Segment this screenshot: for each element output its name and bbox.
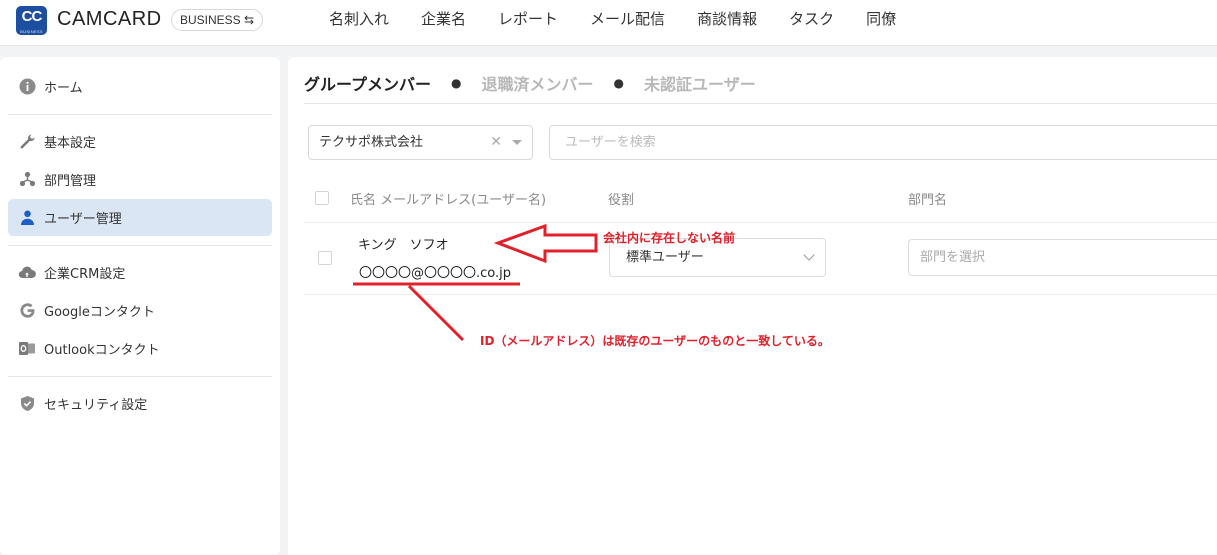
nav-colleagues[interactable]: 同僚 (850, 0, 912, 40)
annotation-email-note: ID（メールアドレス）は既存のユーザーのものと一致している。 (480, 334, 830, 348)
main-panel: グループメンバー ● 退職済メンバー ● 未認証ユーザー テクサポ株式会社 ✕ … (288, 57, 1217, 555)
divider (8, 376, 272, 377)
tab-separator: ● (613, 76, 625, 90)
nav-cards[interactable]: 名刺入れ (313, 0, 405, 40)
user-email: 〇〇〇〇@〇〇〇〇.co.jp (359, 266, 512, 281)
logo-text: CC (21, 8, 43, 25)
edition-switch[interactable]: BUSINESS ⇆ (171, 9, 264, 31)
row-divider (304, 294, 1217, 295)
sidebar-item-basic-settings[interactable]: 基本設定 (8, 123, 272, 160)
google-icon (18, 302, 36, 320)
sidebar-item-label: セキュリティ設定 (44, 398, 148, 413)
sidebar-item-label: 基本設定 (44, 136, 97, 151)
logo-subtext: BUSINESS (20, 29, 43, 34)
divider (8, 245, 272, 246)
sidebar-item-label: 部門管理 (44, 174, 97, 189)
column-header-role: 役割 (608, 193, 635, 208)
company-select-value: テクサポ株式会社 (319, 135, 424, 150)
sidebar-item-departments[interactable]: 部門管理 (8, 161, 272, 198)
tab-group-members[interactable]: グループメンバー (304, 71, 431, 95)
nav-mail[interactable]: メール配信 (574, 0, 681, 40)
tab-unverified-users[interactable]: 未認証ユーザー (644, 71, 756, 95)
caret-down-icon (512, 140, 522, 145)
clear-icon[interactable]: ✕ (490, 126, 502, 159)
top-bar: CC BUSINESS CAMCARD BUSINESS ⇆ 名刺入れ 企業名 … (0, 0, 1217, 46)
user-icon (18, 209, 36, 227)
select-all-checkbox[interactable] (315, 191, 329, 205)
user-name: キング ソフオ (358, 238, 449, 253)
tabs-divider (304, 103, 1217, 104)
sidebar-item-google[interactable]: Googleコンタクト (8, 292, 272, 329)
tab-retired-members[interactable]: 退職済メンバー (482, 71, 594, 95)
tab-separator: ● (451, 76, 462, 90)
sidebar-item-label: Outlookコンタクト (44, 343, 160, 358)
wrench-icon (18, 133, 36, 151)
annotation-name-note: 会社内に存在しない名前 (603, 231, 736, 245)
org-chart-icon (18, 171, 36, 189)
member-tabs: グループメンバー ● 退職済メンバー ● 未認証ユーザー (304, 69, 756, 97)
nav-companies[interactable]: 企業名 (405, 0, 482, 40)
sidebar-item-security[interactable]: セキュリティ設定 (8, 385, 272, 422)
sidebar-item-label: ユーザー管理 (44, 212, 122, 227)
main-nav: 名刺入れ 企業名 レポート メール配信 商談情報 タスク 同僚 (313, 0, 912, 40)
row-checkbox[interactable] (318, 251, 332, 265)
nav-deals[interactable]: 商談情報 (681, 0, 773, 40)
divider (8, 114, 272, 115)
header-divider (304, 222, 1217, 223)
sidebar-item-users[interactable]: ユーザー管理 (8, 199, 272, 236)
nav-reports[interactable]: レポート (482, 0, 574, 40)
sidebar-item-home[interactable]: ホーム (8, 68, 272, 105)
brand-name: CAMCARD (57, 8, 162, 30)
sidebar-item-outlook[interactable]: Outlookコンタクト (8, 330, 272, 367)
sidebar-item-label: 企業CRM設定 (44, 267, 126, 282)
shield-icon (18, 395, 36, 413)
column-header-name-email: 氏名 メールアドレス(ユーザー名) (350, 193, 547, 208)
column-header-department: 部門名 (908, 193, 948, 208)
department-select[interactable]: 部門を選択 (908, 239, 1217, 276)
outlook-icon (18, 340, 36, 358)
info-icon (18, 78, 36, 96)
sidebar-item-label: ホーム (44, 81, 83, 96)
nav-tasks[interactable]: タスク (773, 0, 850, 40)
role-select-value: 標準ユーザー (626, 250, 704, 265)
company-select[interactable]: テクサポ株式会社 ✕ (308, 125, 533, 160)
sidebar-item-crm[interactable]: 企業CRM設定 (8, 254, 272, 291)
cloud-icon (18, 264, 36, 282)
sidebar: ホーム 基本設定 部門管理 ユーザー管理 企業CRM設定 Googleコンタクト (0, 57, 280, 555)
chevron-down-icon (803, 249, 815, 261)
sidebar-item-label: Googleコンタクト (44, 305, 155, 320)
user-search-input[interactable]: ユーザーを検索 (549, 125, 1217, 160)
app-logo[interactable]: CC BUSINESS (16, 6, 47, 35)
